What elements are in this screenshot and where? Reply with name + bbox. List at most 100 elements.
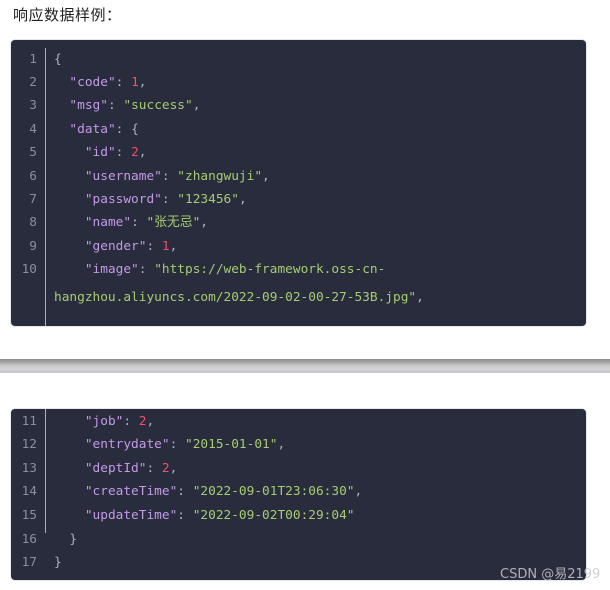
json-punctuation: , xyxy=(146,413,155,429)
json-key: "createTime" xyxy=(84,484,178,500)
json-string: "https://web-framework.oss-cn- xyxy=(154,262,386,278)
code-text: hangzhou.aliyuncs.com/2022-09-02-00-27-5… xyxy=(54,286,424,309)
line-number: 17 xyxy=(21,555,37,571)
json-key: "updateTime" xyxy=(84,507,178,523)
json-key: "entrydate" xyxy=(84,437,170,453)
json-punctuation: , xyxy=(138,74,147,90)
code-text: "data": { xyxy=(54,118,139,141)
line-number: 4 xyxy=(29,121,37,137)
json-punctuation: : { xyxy=(115,121,139,137)
json-number: 2 xyxy=(138,413,147,429)
json-key: "job" xyxy=(84,413,124,429)
json-key: "name" xyxy=(84,215,132,231)
json-key: "image" xyxy=(84,262,139,278)
code-block-response-part2: 11 "job": 2, 12 "entrydate": "2015-01-01"… xyxy=(11,409,586,580)
code-block-response-part1: 1{2 "code": 1, 3 "msg": "success", 4 "data… xyxy=(11,40,586,326)
json-punctuation xyxy=(54,169,85,184)
json-key: "gender" xyxy=(84,238,147,254)
code-text: "name": "张无忌", xyxy=(54,211,208,234)
code-line: hangzhou.aliyuncs.com/2022-09-02-00-27-5… xyxy=(11,286,586,309)
section-heading: 响应数据样例： xyxy=(13,6,122,24)
line-number: 1 xyxy=(29,51,37,67)
json-punctuation xyxy=(54,437,85,452)
line-number: 12 xyxy=(21,437,37,453)
code-line: 4 "data": { xyxy=(11,118,586,141)
json-punctuation: : xyxy=(107,98,124,114)
code-line: 9 "gender": 1, xyxy=(11,235,586,258)
line-number: 13 xyxy=(21,460,37,476)
json-string: "2015-01-01" xyxy=(185,437,278,453)
json-number: 1 xyxy=(131,74,139,90)
json-punctuation xyxy=(54,98,69,113)
json-punctuation: , xyxy=(416,289,424,305)
line-number: 5 xyxy=(29,145,37,161)
json-string: "zhangwuji" xyxy=(177,168,263,184)
json-number: 1 xyxy=(161,238,170,254)
json-punctuation: } xyxy=(54,531,78,547)
code-line: 13 "deptId": 2, xyxy=(11,457,586,480)
json-punctuation xyxy=(54,215,85,230)
json-punctuation: , xyxy=(277,437,286,453)
json-punctuation xyxy=(54,75,69,90)
code-text: "code": 1, xyxy=(54,71,147,94)
line-number: 11 xyxy=(21,413,37,429)
json-string: "123456" xyxy=(177,191,239,207)
json-punctuation: , xyxy=(138,145,147,161)
json-string: "2022-09-01T23:06:30" xyxy=(192,484,355,500)
code-text: "id": 2, xyxy=(54,141,147,164)
line-number: 10 xyxy=(21,262,37,278)
json-punctuation: { xyxy=(54,51,62,67)
line-number: 9 xyxy=(29,238,37,254)
line-number: 3 xyxy=(29,98,37,114)
line-number: 7 xyxy=(29,191,37,207)
json-key: "code" xyxy=(69,74,116,90)
line-number: 14 xyxy=(21,484,37,500)
json-punctuation: , xyxy=(262,168,270,184)
json-punctuation: , xyxy=(354,484,363,500)
json-string: hangzhou.aliyuncs.com/2022-09-02-00-27-5… xyxy=(54,289,417,305)
json-punctuation: : xyxy=(169,437,185,453)
json-key: "id" xyxy=(84,145,116,161)
code-text: "msg": "success", xyxy=(54,94,200,117)
code-text: "createTime": "2022-09-01T23:06:30", xyxy=(54,480,362,503)
code-text: "gender": 1, xyxy=(54,235,178,258)
json-punctuation xyxy=(54,192,85,207)
json-punctuation xyxy=(54,484,85,499)
line-number: 6 xyxy=(29,168,37,184)
code-text: "entrydate": "2015-01-01", xyxy=(54,433,285,456)
json-key: "msg" xyxy=(69,98,108,114)
code-line: 15 "updateTime": "2022-09-02T00:29:04" xyxy=(11,504,586,527)
code-text: "updateTime": "2022-09-02T00:29:04" xyxy=(54,504,355,527)
line-number: 16 xyxy=(21,531,37,547)
code-text: { xyxy=(54,48,62,71)
code-line: 5 "id": 2, xyxy=(11,141,586,164)
json-key: "username" xyxy=(84,168,162,184)
json-punctuation: : xyxy=(161,191,178,207)
code-line: 11 "job": 2, xyxy=(11,410,586,433)
code-line: 10 "image": "https://web-framework.oss-c… xyxy=(11,258,586,281)
code-text: } xyxy=(54,528,77,551)
page-break-separator xyxy=(0,359,610,373)
json-punctuation: : xyxy=(161,168,178,184)
json-key: "data" xyxy=(69,121,116,137)
json-punctuation: : xyxy=(146,238,162,254)
json-punctuation xyxy=(54,414,85,429)
code-line: 16 } xyxy=(11,528,586,551)
code-text: "deptId": 2, xyxy=(54,457,178,480)
json-punctuation: : xyxy=(146,460,162,476)
code-line: 1{ xyxy=(11,48,586,71)
json-punctuation: : xyxy=(115,74,132,90)
code-text: "username": "zhangwuji", xyxy=(54,165,270,188)
json-punctuation: , xyxy=(200,215,209,231)
json-string: "张无忌" xyxy=(146,215,201,231)
json-key: "deptId" xyxy=(84,460,147,476)
json-punctuation xyxy=(54,262,85,277)
json-string: "2022-09-02T00:29:04" xyxy=(192,507,355,523)
json-punctuation xyxy=(54,508,85,523)
json-punctuation: , xyxy=(169,238,178,254)
code-line: 8 "name": "张无忌", xyxy=(11,211,586,234)
json-punctuation: , xyxy=(192,98,201,114)
json-punctuation: : xyxy=(115,145,132,161)
json-punctuation xyxy=(54,461,85,476)
json-punctuation: : xyxy=(123,413,139,429)
